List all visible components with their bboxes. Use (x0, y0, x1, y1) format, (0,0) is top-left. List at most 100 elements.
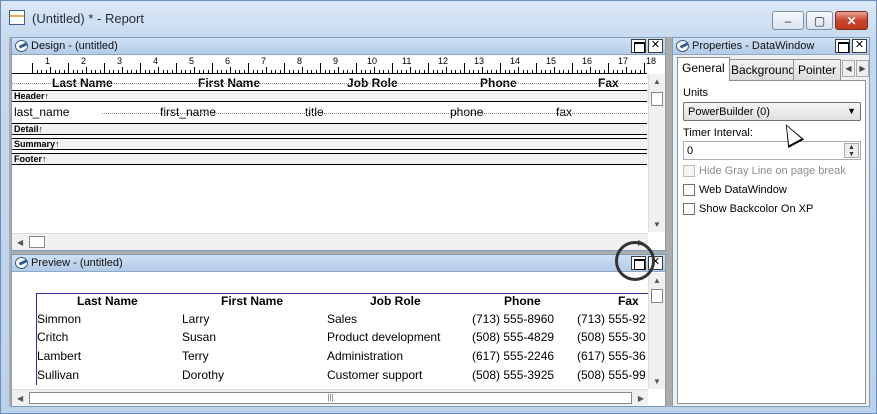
ruler-tick (284, 63, 285, 73)
ruler-tick (495, 70, 497, 73)
ruler-tick (266, 67, 267, 73)
maximize-button[interactable]: ▢ (806, 11, 833, 30)
properties-maximize-button[interactable] (835, 39, 850, 53)
ruler-tick (248, 63, 249, 73)
table-cell: Dorothy (182, 368, 225, 382)
tab-pointer[interactable]: Pointer (793, 59, 842, 80)
ruler-tick (531, 70, 533, 73)
general-tab-page: Units PowerBuilder (0) ▼ Timer Interval:… (677, 80, 866, 404)
scroll-thumb[interactable]: ||| (29, 392, 632, 404)
ruler-tick (356, 63, 357, 73)
band-header[interactable]: Header↑ (12, 90, 647, 102)
scroll-down-icon[interactable]: ▼ (653, 377, 661, 386)
ruler-tick (338, 67, 339, 73)
checkbox-label: Hide Gray Line on page break (699, 165, 846, 177)
ruler-tick (333, 70, 335, 73)
preview-header-job-role: Job Role (370, 294, 421, 308)
ruler-tick (45, 70, 47, 73)
grid-dots (12, 83, 647, 84)
ruler-tick (635, 70, 636, 73)
checkbox-box[interactable] (683, 184, 695, 196)
ruler-tick (351, 70, 353, 73)
ruler-number: 1 (45, 56, 51, 66)
ruler-tick (275, 70, 276, 73)
ruler-tick (41, 70, 42, 73)
field-title[interactable]: title (305, 105, 324, 119)
design-vertical-scrollbar[interactable]: ▲ ▼ (648, 74, 665, 232)
spin-down-icon[interactable]: ▼ (845, 151, 858, 158)
scroll-left-icon[interactable]: ◀ (17, 394, 23, 403)
tab-background[interactable]: Background (726, 59, 801, 80)
scroll-left-icon[interactable]: ◀ (17, 238, 23, 247)
design-horizontal-scrollbar[interactable]: ◀ ▶ (12, 233, 648, 250)
minimize-button[interactable]: – (772, 11, 804, 30)
ruler-tick (131, 70, 132, 73)
ruler-tick (342, 70, 344, 73)
properties-close-button[interactable]: ✕ (852, 39, 867, 53)
scroll-thumb[interactable] (29, 236, 45, 248)
scroll-thumb[interactable] (651, 92, 663, 106)
field-first-name[interactable]: first_name (160, 105, 216, 119)
tab-scroll-right-button[interactable]: ▶ (856, 60, 869, 77)
preview-vertical-scrollbar[interactable]: ▲ ▼ (648, 273, 665, 389)
scroll-up-icon[interactable]: ▲ (653, 276, 661, 285)
tab-general[interactable]: General (677, 57, 730, 81)
preview-pane: Preview - (untitled) ✕ Last Name First N… (11, 254, 666, 407)
timer-interval-stepper[interactable]: 0 ▲ ▼ (683, 141, 861, 160)
tab-scroll-left-button[interactable]: ◀ (842, 60, 855, 77)
ruler-tick (189, 70, 191, 73)
preview-horizontal-scrollbar[interactable]: ◀ ||| ▶ (12, 389, 648, 406)
close-window-button[interactable]: ✕ (835, 11, 868, 30)
ruler-tick (297, 70, 299, 73)
ruler-number: 6 (225, 56, 231, 66)
preview-report[interactable]: Last Name First Name Job Role Phone Fax … (36, 293, 656, 385)
timer-interval-label: Timer Interval: (683, 127, 753, 139)
field-last-name[interactable]: last_name (14, 105, 69, 119)
checkbox-label: Show Backcolor On XP (699, 203, 814, 215)
chevron-down-icon: ▼ (847, 106, 856, 116)
web-datawindow-checkbox[interactable]: Web DataWindow (683, 184, 787, 196)
checkbox-box[interactable] (683, 203, 695, 215)
table-cell: (713) 555-92 (577, 312, 646, 326)
ruler-number: 16 (582, 56, 593, 66)
design-pane-title-bar[interactable]: Design - (untitled) ✕ (12, 38, 665, 55)
ruler-tick (450, 70, 452, 73)
ruler-number: 13 (474, 56, 485, 66)
scroll-up-icon[interactable]: ▲ (653, 77, 661, 86)
ruler-tick (414, 70, 416, 73)
design-maximize-button[interactable] (631, 39, 646, 53)
units-dropdown[interactable]: PowerBuilder (0) ▼ (683, 102, 861, 121)
ruler-tick (504, 70, 506, 73)
ruler-tick (608, 63, 609, 73)
band-summary[interactable]: Summary↑ (12, 138, 647, 150)
table-cell: (508) 555-4829 (472, 330, 555, 344)
ruler-tick (518, 67, 519, 73)
ruler-tick (387, 70, 389, 73)
preview-pane-title-bar[interactable]: Preview - (untitled) ✕ (12, 255, 665, 272)
title-bar[interactable]: (Untitled) * - Report – ▢ ✕ (1, 1, 876, 37)
scroll-right-icon[interactable]: ▶ (638, 394, 644, 403)
design-canvas[interactable]: Last Name First Name Job Role Phone Fax … (12, 74, 647, 232)
ruler-tick (86, 67, 87, 73)
band-detail[interactable]: Detail↑ (12, 123, 647, 135)
scroll-thumb[interactable] (651, 289, 663, 303)
spin-up-icon[interactable]: ▲ (845, 144, 858, 151)
ruler-tick (594, 70, 596, 73)
show-backcolor-xp-checkbox[interactable]: Show Backcolor On XP (683, 203, 813, 215)
band-footer[interactable]: Footer↑ (12, 153, 647, 165)
grip-icon: ||| (327, 393, 334, 402)
design-close-button[interactable]: ✕ (648, 39, 663, 53)
spin-buttons[interactable]: ▲ ▼ (844, 143, 859, 158)
field-fax[interactable]: fax (556, 105, 572, 119)
properties-pane-title-bar[interactable]: Properties - DataWindow ✕ (673, 38, 869, 55)
field-phone[interactable]: phone (450, 105, 483, 119)
ruler-tick (216, 70, 218, 73)
ruler-tick (477, 70, 479, 73)
ruler-tick (230, 67, 231, 73)
scroll-down-icon[interactable]: ▼ (653, 220, 661, 229)
ruler-tick (599, 70, 600, 73)
ruler-tick (423, 70, 425, 73)
table-cell: Critch (37, 330, 69, 344)
ruler-tick (72, 70, 74, 73)
table-cell: (508) 555-30 (577, 330, 646, 344)
